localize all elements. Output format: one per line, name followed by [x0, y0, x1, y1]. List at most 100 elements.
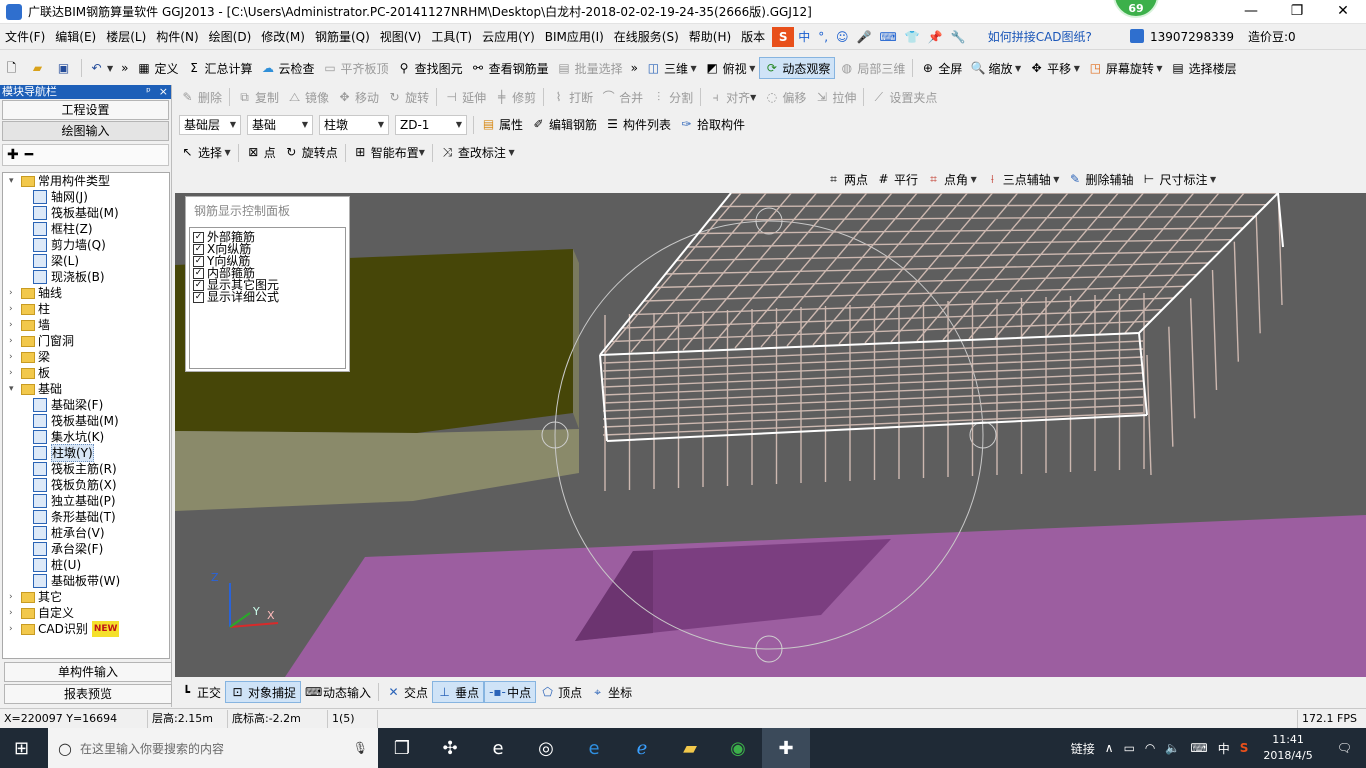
menu-item[interactable]: 版本: [736, 24, 770, 50]
three-point-axis-button[interactable]: ⟊ 三点辅轴 ▼: [981, 168, 1064, 190]
rebar-option-checkbox[interactable]: ✓ 显示详细公式: [193, 291, 342, 303]
fullscreen-button[interactable]: ⊕ 全屏: [916, 57, 966, 79]
expand-all-icon[interactable]: ✚: [7, 147, 19, 163]
tree-node[interactable]: 筏板负筋(X): [3, 477, 169, 493]
tree-node[interactable]: 承台梁(F): [3, 541, 169, 557]
wrench-icon[interactable]: 🔧: [947, 30, 970, 44]
collapse-arrow-icon[interactable]: ›: [9, 605, 19, 621]
wifi-icon[interactable]: ◠: [1140, 741, 1160, 755]
sogou-s-icon[interactable]: S: [772, 26, 795, 47]
tree-node[interactable]: ▾ 基础: [3, 381, 169, 397]
windows-start-icon[interactable]: ⊞: [14, 738, 29, 759]
tree-node[interactable]: › 梁: [3, 349, 169, 365]
menu-item[interactable]: BIM应用(I): [540, 24, 609, 50]
microphone-icon[interactable]: 🎙: [353, 741, 368, 755]
collapse-arrow-icon[interactable]: ›: [9, 349, 19, 365]
open-file-button[interactable]: ▰: [26, 57, 52, 79]
collapse-arrow-icon[interactable]: ›: [9, 365, 19, 381]
project-settings-button[interactable]: 工程设置: [2, 100, 169, 120]
menu-item[interactable]: 视图(V): [375, 24, 427, 50]
menu-item[interactable]: 帮助(H): [684, 24, 736, 50]
ie-icon[interactable]: e: [474, 728, 522, 768]
ortho-button[interactable]: ┗ 正交: [175, 681, 225, 703]
rotate-button[interactable]: ↻ 旋转: [383, 86, 433, 108]
type-select[interactable]: 柱墩 ▼: [319, 114, 389, 135]
find-element-button[interactable]: ⚲ 查找图元: [393, 57, 467, 79]
tree-node[interactable]: 筏板主筋(R): [3, 461, 169, 477]
cloud-check-button[interactable]: ☁ 云检查: [257, 57, 319, 79]
sogou-tray-icon[interactable]: S: [1235, 741, 1254, 755]
smart-layout-button[interactable]: ⊞ 智能布置 ▼: [349, 142, 429, 164]
tree-node[interactable]: 柱墩(Y): [3, 444, 169, 462]
maximize-button[interactable]: ❐: [1274, 0, 1320, 24]
checkbox-checked-icon[interactable]: ✓: [193, 267, 204, 279]
tree-node[interactable]: 梁(L): [3, 253, 169, 269]
microphone-icon[interactable]: 🎤: [853, 30, 876, 44]
tree-node[interactable]: 剪力墙(Q): [3, 237, 169, 253]
chrome-like-icon[interactable]: ◎: [522, 728, 570, 768]
checkbox-checked-icon[interactable]: ✓: [193, 255, 204, 267]
collapse-arrow-icon[interactable]: ›: [9, 317, 19, 333]
tree-node[interactable]: › 墙: [3, 317, 169, 333]
category-select[interactable]: 基础 ▼: [247, 114, 313, 135]
menu-item[interactable]: 文件(F): [0, 24, 50, 50]
emoji-icon[interactable]: ☺: [832, 30, 853, 44]
link-label[interactable]: 链接: [1066, 740, 1100, 757]
draw-input-button[interactable]: 绘图输入: [2, 121, 169, 141]
pick-component-button[interactable]: ✑ 拾取构件: [675, 114, 749, 136]
collapse-arrow-icon[interactable]: ›: [9, 285, 19, 301]
report-preview-button[interactable]: 报表预览: [4, 684, 172, 704]
tree-node[interactable]: 基础梁(F): [3, 397, 169, 413]
fan-app-icon[interactable]: ✣: [426, 728, 474, 768]
tree-node[interactable]: 独立基础(P): [3, 493, 169, 509]
delete-button[interactable]: ✎ 删除: [176, 86, 226, 108]
clock[interactable]: 11:41 2018/4/5: [1253, 732, 1322, 764]
keyboard-icon[interactable]: ⌨: [1185, 741, 1212, 755]
volume-icon[interactable]: 🔈: [1160, 741, 1185, 755]
component-list-button[interactable]: ☰ 构件列表: [601, 114, 675, 136]
align-button[interactable]: ⫞ 对齐 ▼: [704, 86, 760, 108]
menu-item[interactable]: 工具(T): [426, 24, 477, 50]
tree-node[interactable]: 基础板带(W): [3, 573, 169, 589]
mirror-button[interactable]: ⧍ 镜像: [283, 86, 333, 108]
pan-button[interactable]: ✥ 平移 ▼: [1025, 57, 1084, 79]
parallel-button[interactable]: # 平行: [872, 168, 922, 190]
tree-node[interactable]: › 其它: [3, 589, 169, 605]
tree-node[interactable]: 筏板基础(M): [3, 205, 169, 221]
tree-node[interactable]: › 门窗洞: [3, 333, 169, 349]
checkbox-checked-icon[interactable]: ✓: [193, 243, 204, 255]
select-floor-button[interactable]: ▤ 选择楼层: [1167, 57, 1241, 79]
point-button[interactable]: ⊠ 点: [242, 142, 280, 164]
save-button[interactable]: ▣: [52, 57, 78, 79]
point-angle-button[interactable]: ⌗ 点角 ▼: [922, 168, 981, 190]
midpoint-button[interactable]: -▪- 中点: [484, 681, 537, 703]
tree-node[interactable]: › 轴线: [3, 285, 169, 301]
ime-punct-icon[interactable]: °,: [814, 30, 832, 44]
check-annotation-button[interactable]: ⤨ 查改标注 ▼: [436, 142, 519, 164]
collapse-all-icon[interactable]: ━: [25, 147, 33, 163]
sum-calc-button[interactable]: Σ 汇总计算: [183, 57, 257, 79]
flat-top-button[interactable]: ▭ 平齐板顶: [319, 57, 393, 79]
top-view-button[interactable]: ◩ 俯视 ▼: [701, 57, 760, 79]
input-language[interactable]: 中: [1213, 740, 1235, 757]
close-icon[interactable]: ×: [159, 85, 168, 98]
menu-item[interactable]: 编辑(E): [50, 24, 101, 50]
3d-scene[interactable]: [175, 193, 1366, 677]
battery-icon[interactable]: ▭: [1119, 741, 1140, 755]
tree-node[interactable]: › 板: [3, 365, 169, 381]
menu-item[interactable]: 钢筋量(Q): [310, 24, 375, 50]
collapse-arrow-icon[interactable]: ›: [9, 621, 19, 637]
keyboard-icon[interactable]: ⌨: [876, 30, 901, 44]
tree-node[interactable]: 筏板基础(M): [3, 413, 169, 429]
select-button[interactable]: ↖ 选择 ▼: [176, 142, 235, 164]
tree-node[interactable]: 框柱(Z): [3, 221, 169, 237]
checkbox-checked-icon[interactable]: ✓: [193, 279, 204, 291]
notification-icon[interactable]: 🗨: [1323, 741, 1366, 755]
chevron-up-icon[interactable]: ∧: [1100, 741, 1119, 755]
view-rebar-button[interactable]: ⚯ 查看钢筋量: [467, 57, 553, 79]
set-grip-button[interactable]: ⟋ 设置夹点: [867, 86, 941, 108]
menu-item[interactable]: 在线服务(S): [609, 24, 684, 50]
taskbar-search[interactable]: ○ 在这里输入你要搜索的内容 🎙: [48, 728, 378, 768]
dynamic-input-button[interactable]: ⌨ 动态输入: [301, 681, 375, 703]
cad-help-link[interactable]: 如何拼接CAD图纸?: [988, 28, 1092, 45]
